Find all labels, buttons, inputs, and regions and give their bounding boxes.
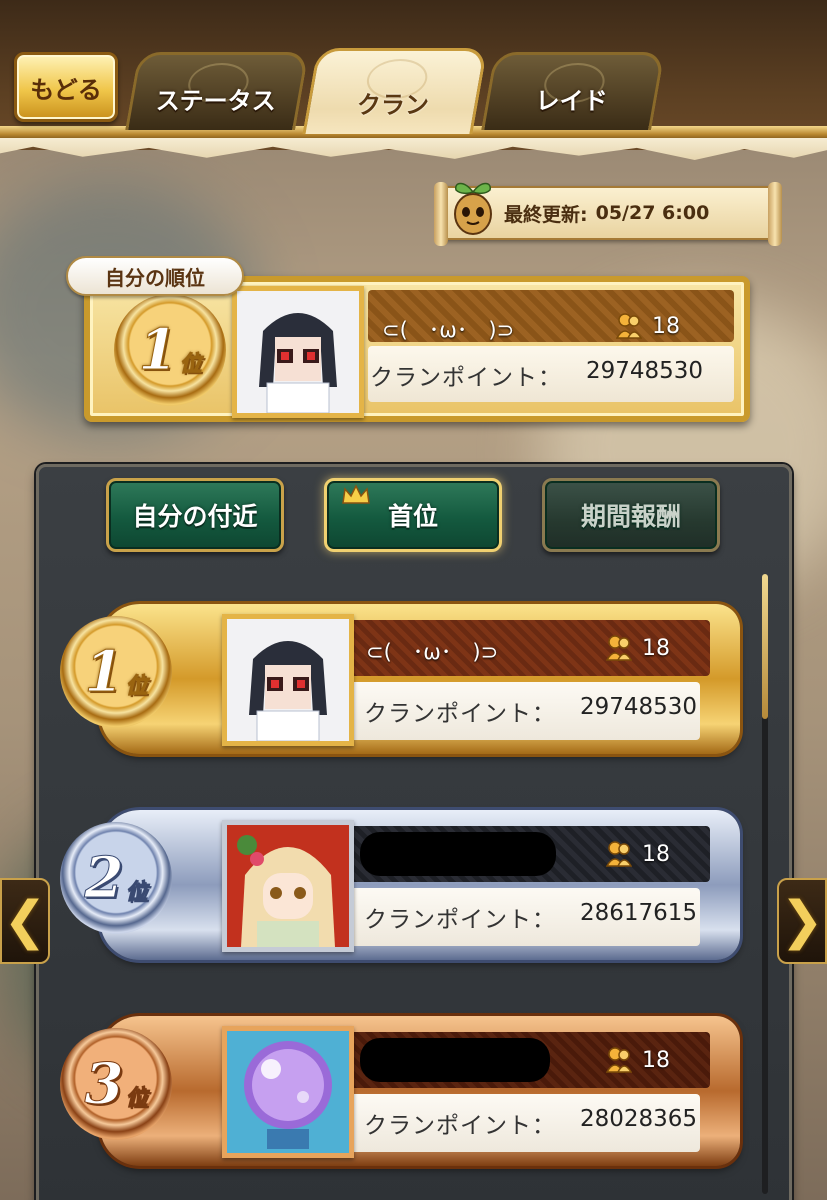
ranking-row-3[interactable]: 3 位 18 クランポイント： 28028365 [60,1002,740,1178]
chevron-right-icon: ❯ [780,891,824,951]
filter-top-button[interactable]: 首位 [324,478,502,552]
rank-suffix: 位 [125,879,148,906]
paper-strip [0,138,827,160]
rank-number: 1 [84,639,124,705]
scrollbar-thumb[interactable] [762,574,768,719]
chibi-character-icon [237,291,359,413]
crown-icon [342,484,370,504]
last-updated-label: 最終更新: [504,203,588,226]
sprout-mascot-icon [454,182,492,235]
clan-points-label: クランポイント： [364,1113,556,1139]
rank-number: 3 [84,1051,124,1117]
tab-label: レイド [535,87,608,115]
member-count: 18 [606,840,670,868]
member-icon [606,841,632,867]
member-count: 18 [616,312,680,340]
clan-avatar [222,1026,354,1158]
redacted-clan-name [360,1038,550,1082]
clan-points-value: 29748530 [586,358,704,384]
ranking-scrollbar[interactable] [762,574,768,1194]
clan-points-label: クランポイント： [370,365,562,391]
clan-points-label: クランポイント： [364,701,556,727]
member-icon [606,635,632,661]
tab-label: クラン [356,91,429,119]
next-page-button[interactable]: ❯ [777,878,827,964]
member-count-value: 18 [652,313,680,339]
rank-suffix: 位 [179,351,202,378]
filter-period-reward-button[interactable]: 期間報酬 [542,478,720,552]
redacted-clan-name [360,832,556,876]
rank-number: 2 [84,845,124,911]
rank-medal: 3 位 [60,1028,172,1140]
chevron-left-icon: ❮ [3,891,47,951]
rank-medal: 1 位 [60,616,172,728]
filter-label: 自分の付近 [132,502,258,531]
clan-avatar [222,614,354,746]
previous-page-button[interactable]: ❮ [0,878,50,964]
filter-nearby-button[interactable]: 自分の付近 [106,478,284,552]
ranking-row-1[interactable]: 1 位 ⊂( ･ω･ )⊃ 18 クランポイント： 29748530 [60,590,740,766]
crystal-ball-icon [227,1031,349,1153]
clan-points-label: クランポイント： [364,907,556,933]
blonde-girl-character-icon [227,825,349,947]
rank-medal: 2 位 [60,822,172,934]
clan-name: ⊂( ･ω･ )⊃ [382,318,515,342]
last-updated-banner: 最終更新: 05/27 6:00 [434,182,782,246]
rank-number: 1 [138,317,178,383]
filter-label: 首位 [387,502,438,531]
member-count: 18 [606,634,670,662]
member-count: 18 [606,1046,670,1074]
back-button[interactable]: もどる [14,52,118,122]
rank-suffix: 位 [125,1085,148,1112]
tab-raid[interactable]: レイド [481,52,665,130]
clan-avatar [232,286,364,418]
member-icon [606,1047,632,1073]
member-count-value: 18 [642,1047,670,1073]
rank-suffix: 位 [125,673,148,700]
tab-status[interactable]: ステータス [125,52,309,130]
clan-points-value: 29748530 [580,694,698,720]
filter-label: 期間報酬 [580,502,681,531]
clan-points-value: 28617615 [580,900,698,926]
member-count-value: 18 [642,635,670,661]
rank-medal: 1 位 [114,294,226,406]
chibi-character-icon [227,619,349,741]
tab-clan[interactable]: クラン [302,48,488,134]
last-updated-value: 05/27 6:00 [595,202,710,224]
ranking-row-2[interactable]: 2 位 18 クランポイント： 28617615 [60,796,740,972]
my-rank-tag: 自分の順位 [66,256,244,296]
member-count-value: 18 [642,841,670,867]
clan-points-value: 28028365 [580,1106,698,1132]
tab-label: ステータス [155,87,276,115]
clan-avatar [222,820,354,952]
clan-name: ⊂( ･ω･ )⊃ [366,640,499,664]
member-icon [616,313,642,339]
